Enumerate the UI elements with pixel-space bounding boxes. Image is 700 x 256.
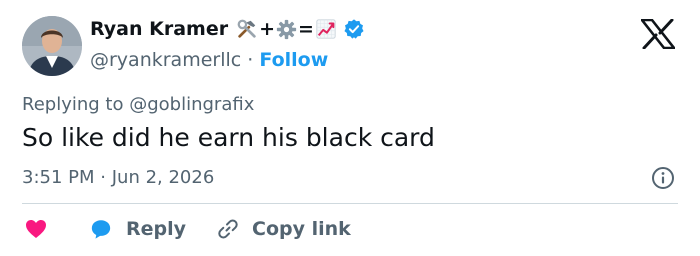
author-handle-row: @ryankramerllc · Follow (90, 49, 328, 71)
reply-button[interactable]: Reply (90, 218, 186, 240)
reply-bubble-icon (90, 218, 112, 240)
info-icon[interactable] (651, 166, 675, 190)
heart-icon[interactable] (24, 217, 48, 241)
replying-to-mention[interactable]: @goblingrafix (129, 94, 254, 115)
divider (22, 203, 678, 204)
author-name-row: Ryan Kramer + = (90, 18, 365, 40)
tweet-date: Jun 2, 2026 (111, 167, 215, 188)
emoji-equals: = (298, 18, 314, 40)
tweet-timestamp[interactable]: 3:51 PM · Jun 2, 2026 (22, 167, 214, 188)
tweet-text: So like did he earn his black card (22, 123, 435, 152)
chart-increasing-icon (316, 19, 336, 39)
reply-label: Reply (126, 218, 187, 240)
gear-icon (276, 19, 297, 39)
handle-separator: · (247, 49, 254, 71)
tweet-actions: Reply Copy link (24, 214, 351, 244)
x-logo-icon[interactable] (641, 19, 675, 49)
verified-badge-icon (343, 18, 365, 40)
copy-link-label: Copy link (252, 218, 351, 240)
link-icon (216, 217, 240, 241)
author-display-name[interactable]: Ryan Kramer (90, 18, 228, 40)
follow-link[interactable]: Follow (259, 49, 328, 71)
tweet-time: 3:51 PM (22, 167, 95, 188)
emoji-plus: + (259, 18, 276, 40)
avatar-image (22, 16, 82, 76)
timestamp-separator: · (100, 167, 106, 188)
copy-link-button[interactable]: Copy link (216, 217, 351, 241)
hammer-and-wrench-icon (237, 19, 256, 38)
replying-prefix: Replying to (22, 94, 124, 115)
author-handle[interactable]: @ryankramerllc (90, 49, 241, 71)
avatar[interactable] (22, 16, 82, 76)
name-emoji-group: + = (236, 18, 337, 40)
replying-to-line: Replying to @goblingrafix (22, 94, 254, 115)
